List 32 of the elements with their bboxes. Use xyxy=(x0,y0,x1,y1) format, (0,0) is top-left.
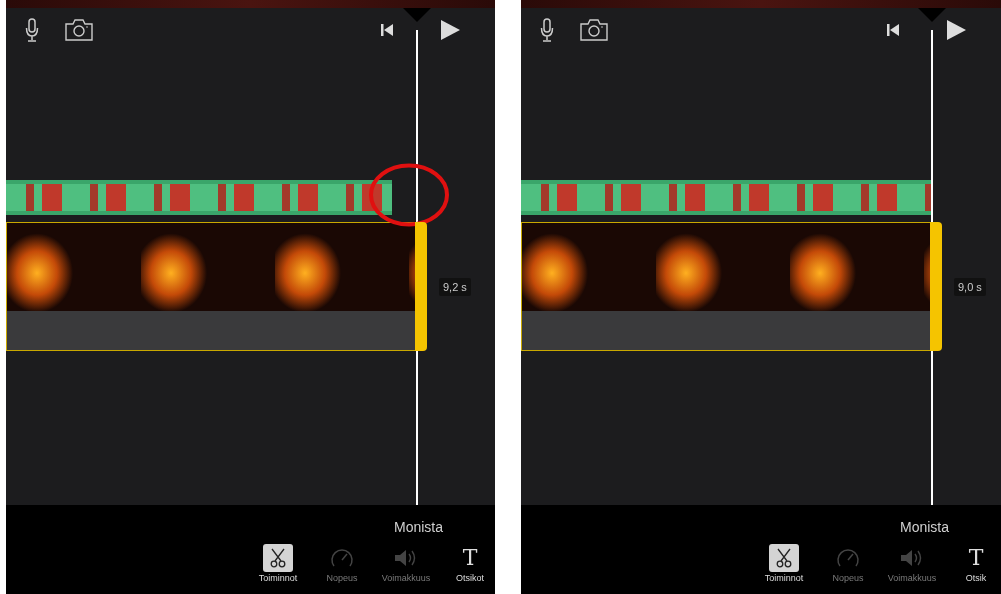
tool-icon-box[interactable]: T xyxy=(961,544,991,572)
tool-label[interactable]: Toiminnot xyxy=(258,573,298,583)
tool-label[interactable]: Toiminnot xyxy=(764,573,804,583)
video-clip[interactable] xyxy=(521,222,930,351)
microphone-icon[interactable] xyxy=(25,18,39,42)
duration-label: 9,2 s xyxy=(439,278,471,296)
speedometer-icon xyxy=(330,548,354,568)
play-icon[interactable] xyxy=(945,19,967,41)
trim-handle[interactable] xyxy=(415,222,427,351)
tool-label[interactable]: Otsik xyxy=(965,573,987,583)
duration-label: 9,0 s xyxy=(954,278,986,296)
duplicate-action[interactable]: Monista xyxy=(393,519,443,535)
tool-icon-box[interactable] xyxy=(769,544,799,572)
title-glyph: T xyxy=(968,547,984,569)
scissors-icon xyxy=(270,548,286,568)
microphone-icon[interactable] xyxy=(540,18,554,42)
camera-icon[interactable] xyxy=(580,19,608,41)
overlay-clip-thumbnails[interactable] xyxy=(521,180,932,215)
scissors-icon xyxy=(776,548,792,568)
speedometer-icon xyxy=(836,548,860,568)
skip-to-start-icon[interactable] xyxy=(380,23,394,37)
play-icon[interactable] xyxy=(439,19,461,41)
tool-icon-box[interactable]: T xyxy=(455,544,485,572)
title-glyph: T xyxy=(462,547,478,569)
overlay-clip-thumbnails[interactable] xyxy=(6,180,392,215)
tool-label[interactable]: Otsikot xyxy=(456,573,484,583)
trim-handle[interactable] xyxy=(930,222,942,351)
skip-to-start-icon[interactable] xyxy=(886,23,900,37)
duplicate-action[interactable]: Monista xyxy=(899,519,949,535)
camera-icon[interactable] xyxy=(65,19,93,41)
tool-icon-box[interactable] xyxy=(263,544,293,572)
video-clip[interactable] xyxy=(6,222,415,351)
